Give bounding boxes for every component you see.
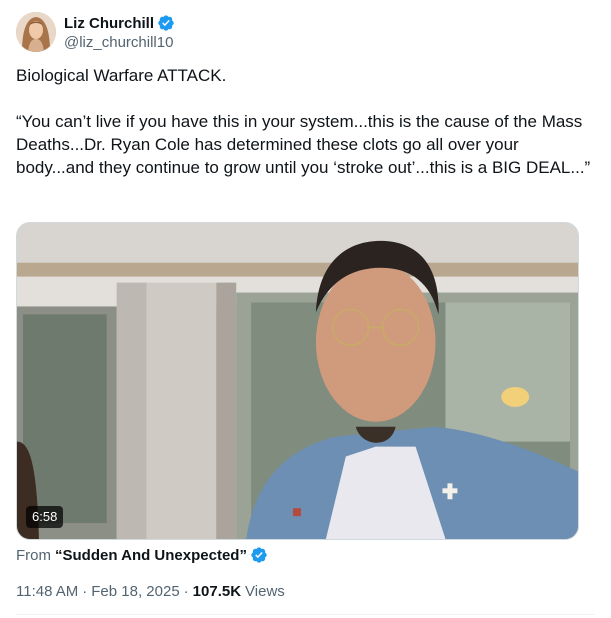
verified-badge-icon[interactable] [157,14,175,32]
author-handle[interactable]: @liz_churchill10 [64,34,175,51]
from-label: From [16,546,51,564]
views-label: Views [245,582,285,600]
video-player[interactable] [16,222,579,540]
author-display-name[interactable]: Liz Churchill [64,15,154,32]
divider [16,614,595,615]
views-count: 107.5K [192,582,242,600]
tweet-meta: 11:48 AM · Feb 18, 2025 · 107.5K Views [16,581,285,601]
author-names: Liz Churchill @liz_churchill10 [64,13,175,51]
tweet-header: Liz Churchill @liz_churchill10 [16,10,595,54]
meta-separator: · [82,582,88,600]
tweet-time[interactable]: 11:48 AM [16,583,78,600]
meta-separator: · [183,582,189,600]
avatar[interactable] [16,12,56,52]
tweet-text: Biological Warfare ATTACK. “You can’t li… [16,64,591,179]
source-name-link[interactable]: “Sudden And Unexpected” [55,547,247,564]
tweet-text-quote: “You can’t live if you have this in your… [16,112,591,177]
video-thumbnail [17,223,578,539]
tweet-date[interactable]: Feb 18, 2025 [91,583,179,600]
source-attribution: From “Sudden And Unexpected” [16,545,268,565]
tweet-text-line: Biological Warfare ATTACK. [16,66,227,85]
video-duration: 6:58 [26,506,64,528]
verified-badge-icon[interactable] [250,546,268,564]
